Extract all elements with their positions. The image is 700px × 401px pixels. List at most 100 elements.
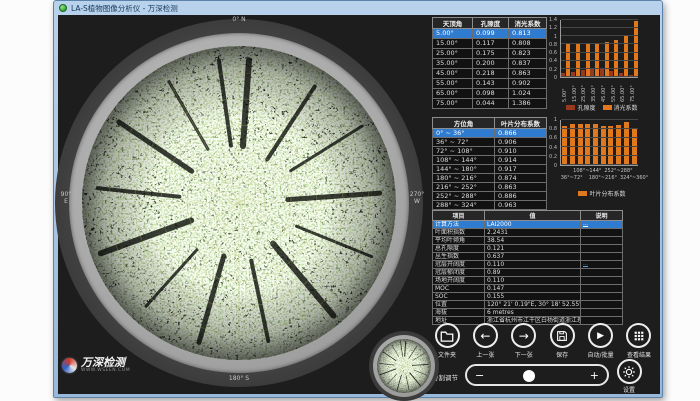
- table-row[interactable]: 65.00°0.0981.024: [433, 89, 547, 99]
- chart-x-axis: 5.00°15.00°25.00°35.00°45.00°55.00°65.00…: [560, 80, 638, 102]
- table-row[interactable]: 35.00°0.2000.837: [433, 59, 547, 69]
- table-row[interactable]: 平均叶倾角38.54: [433, 237, 623, 245]
- chart-legend: 叶片分布系数: [546, 189, 658, 198]
- table-cell: 5.00°: [433, 29, 473, 39]
- legend-item: 消光系数: [603, 103, 638, 112]
- table-cell: [581, 245, 623, 253]
- table-cell: 0.863: [509, 69, 547, 79]
- table-row[interactable]: 叶面积指数2.2431: [433, 229, 623, 237]
- x-tick-label: 324°~360°: [620, 175, 648, 181]
- chart-x-axis: 36°~72°108°~144°180°~216°252°~288°324°~3…: [560, 168, 638, 182]
- table-row[interactable]: 252° ~ 288°0.886: [433, 192, 547, 201]
- table-row[interactable]: SOC0.155: [433, 293, 623, 301]
- table-row[interactable]: 55.00°0.1430.902: [433, 79, 547, 89]
- table-row[interactable]: 计算方法LAI2000…: [433, 221, 623, 229]
- table-cell: 0.099: [473, 29, 509, 39]
- table-cell: 45.00°: [433, 69, 473, 79]
- table-row[interactable]: 288° ~ 324°0.963: [433, 201, 547, 210]
- title-bar[interactable]: LA-S植物图像分析仪 - 万深检测: [54, 1, 662, 15]
- table-cell: SOC: [433, 293, 485, 301]
- table-row[interactable]: 45.00°0.2180.863: [433, 69, 547, 79]
- canopy-image-view[interactable]: [82, 46, 396, 360]
- slider-minus-button[interactable]: −: [475, 369, 484, 382]
- save-button[interactable]: 保存: [545, 323, 579, 359]
- y-tick-label: 1: [554, 117, 557, 123]
- table-cell: 0.874: [495, 174, 547, 183]
- table-cell: 总孔隙度: [433, 245, 485, 253]
- table-row[interactable]: 0° ~ 36°0.866: [433, 129, 547, 138]
- table-cell: 0.863: [495, 183, 547, 192]
- table-row[interactable]: 冠层郁闭度0.89: [433, 269, 623, 277]
- table-row[interactable]: 108° ~ 144°0.914: [433, 156, 547, 165]
- table-cell: 0.143: [473, 79, 509, 89]
- table-cell: 0.914: [495, 156, 547, 165]
- column-header: 值: [485, 211, 581, 221]
- grid-icon: [626, 323, 651, 348]
- previous-image-button[interactable]: ← 上一张: [468, 323, 502, 359]
- table-row[interactable]: 场地开阔度0.110: [433, 277, 623, 285]
- view-results-button[interactable]: 查看结果: [622, 323, 656, 359]
- slider-handle[interactable]: [523, 370, 535, 382]
- bar: [593, 124, 598, 165]
- bar-group: [585, 120, 590, 165]
- table-row[interactable]: MOC0.147: [433, 285, 623, 293]
- table-cell: MOC: [433, 285, 485, 293]
- table-row[interactable]: 144° ~ 180°0.917: [433, 165, 547, 174]
- table-cell: [581, 229, 623, 237]
- y-tick-label: 0.4: [549, 58, 557, 64]
- next-image-button[interactable]: → 下一张: [507, 323, 541, 359]
- table-cell: 0.637: [485, 253, 581, 261]
- table-cell: 0° ~ 36°: [433, 129, 495, 138]
- gridline: [561, 52, 638, 53]
- table-cell: 6 metres: [485, 309, 581, 317]
- column-header: 说明: [581, 211, 623, 221]
- table-row[interactable]: 5.00°0.0990.813: [433, 29, 547, 39]
- table-row[interactable]: 25.00°0.1750.823: [433, 49, 547, 59]
- table-row[interactable]: 72° ~ 108°0.910: [433, 147, 547, 156]
- slider-plus-button[interactable]: +: [590, 369, 599, 382]
- x-tick-label: 75.00°: [630, 80, 636, 102]
- app-icon: [59, 4, 67, 12]
- bar-group: [632, 120, 637, 165]
- settings-button[interactable]: 设置: [612, 359, 646, 394]
- table-cell: 冠层开阔度: [433, 261, 485, 269]
- table-cell: 0.906: [495, 138, 547, 147]
- bar: [570, 124, 575, 165]
- gear-icon: [617, 359, 642, 384]
- table-row[interactable]: 丛生指数0.637: [433, 253, 623, 261]
- table-row[interactable]: 位置120° 21' 0.19"E, 30° 18' 52.55"N: [433, 301, 623, 309]
- table-cell: 0.89: [485, 269, 581, 277]
- table-cell: 0.808: [509, 39, 547, 49]
- table-row[interactable]: 海拔6 metres: [433, 309, 623, 317]
- settings-button-label: 设置: [623, 385, 635, 394]
- table-header-row: 项目值说明: [433, 211, 623, 221]
- x-tick-label: 180°~216°: [589, 175, 617, 181]
- table-row[interactable]: 36° ~ 72°0.906: [433, 138, 547, 147]
- table-row[interactable]: 冠层开阔度0.110…: [433, 261, 623, 269]
- bar: [614, 40, 618, 77]
- table-row[interactable]: 75.00°0.0441.386: [433, 99, 547, 109]
- auto-batch-button-label: 自动/批量: [588, 350, 614, 359]
- legend-label: 叶片分布系数: [589, 189, 625, 198]
- table-cell: 位置: [433, 301, 485, 309]
- x-tick-label: 65.00°: [620, 80, 626, 102]
- table-row[interactable]: 180° ~ 216°0.874: [433, 174, 547, 183]
- table-header-row: 方位角叶片分布系数: [433, 118, 547, 129]
- table-cell: 丛生指数: [433, 253, 485, 261]
- app-window: LA-S植物图像分析仪 - 万深检测: [53, 0, 663, 398]
- table-row[interactable]: 总孔隙度0.121: [433, 245, 623, 253]
- bar-group: [562, 120, 567, 165]
- table-cell: [581, 285, 623, 293]
- table-cell: 108° ~ 144°: [433, 156, 495, 165]
- y-tick-label: 0.8: [549, 126, 557, 132]
- table-row[interactable]: 15.00°0.1170.808: [433, 39, 547, 49]
- legend-label: 孔隙度: [577, 103, 595, 112]
- segmentation-slider[interactable]: − +: [465, 364, 609, 386]
- table-cell: 25.00°: [433, 49, 473, 59]
- table-cell: …: [581, 261, 623, 269]
- image-thumbnail[interactable]: [369, 331, 439, 401]
- table-cell: 180° ~ 216°: [433, 174, 495, 183]
- vendor-logo-icon: [62, 358, 77, 373]
- auto-batch-button[interactable]: ▶ 自动/批量: [584, 323, 618, 359]
- table-row[interactable]: 216° ~ 252°0.863: [433, 183, 547, 192]
